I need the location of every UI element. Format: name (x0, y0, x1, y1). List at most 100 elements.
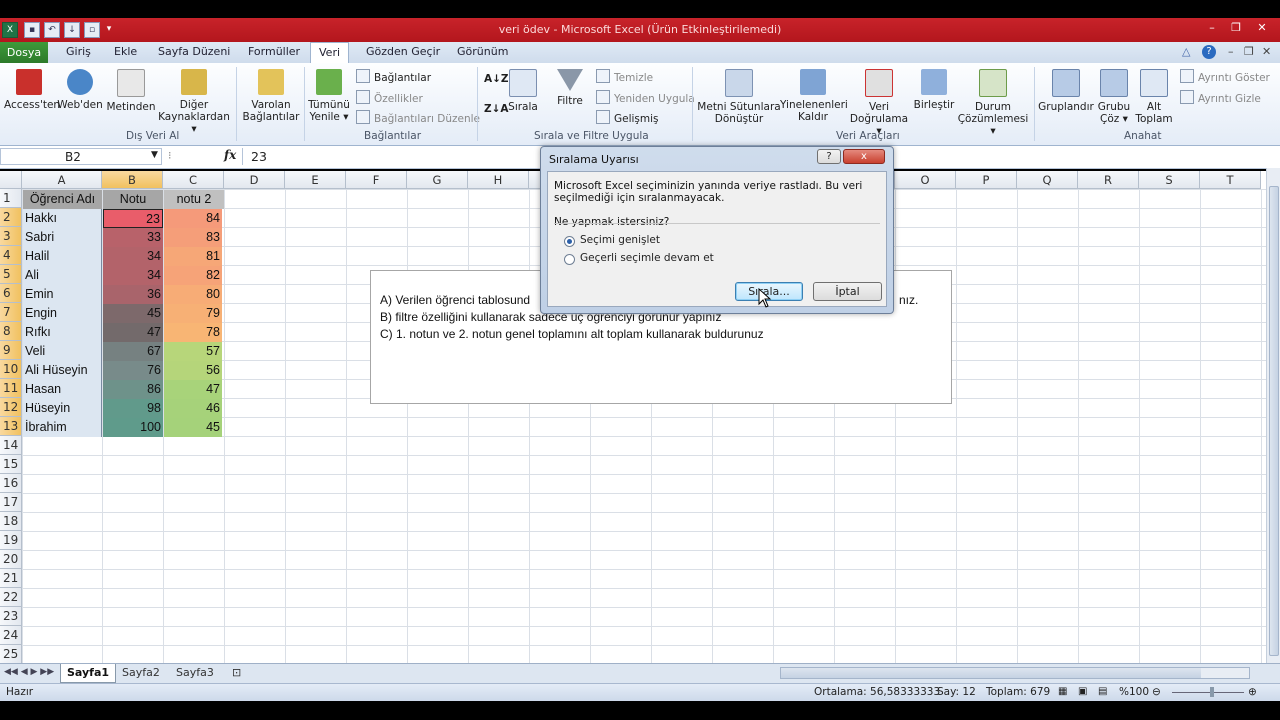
from-access-button[interactable]: Access'ten (4, 69, 60, 111)
table-cell-notu[interactable]: 67 (103, 342, 163, 361)
table-cell-notu2[interactable]: 45 (164, 418, 222, 437)
doc-minimize-icon[interactable]: – (1228, 45, 1234, 58)
sort-za-icon[interactable]: Z↓A (484, 103, 509, 115)
table-cell-name[interactable]: Engin (23, 304, 102, 323)
horizontal-scrollbar[interactable] (780, 667, 1250, 679)
table-cell-name[interactable]: Hakkı (23, 209, 102, 228)
table-header-notu[interactable]: Notu (103, 190, 163, 209)
row-header-21[interactable]: 21 (0, 569, 22, 588)
advanced-filter-button[interactable]: Gelişmiş (596, 110, 659, 125)
what-if-analysis-button[interactable]: Durum Çözümlemesi ▾ (956, 69, 1030, 137)
table-cell-name[interactable]: Halil (23, 247, 102, 266)
sheet-tab-sayfa1[interactable]: Sayfa1 (60, 664, 117, 683)
column-header-h[interactable]: H (468, 171, 529, 189)
table-cell-notu2[interactable]: 80 (164, 285, 222, 304)
table-cell-name[interactable]: Hüseyin (23, 399, 102, 418)
row-header-4[interactable]: 4 (0, 246, 22, 265)
edit-links-button[interactable]: Bağlantıları Düzenle (356, 110, 480, 125)
table-cell-notu[interactable]: 36 (103, 285, 163, 304)
tab-formulas[interactable]: Formüller (248, 45, 300, 58)
row-header-15[interactable]: 15 (0, 455, 22, 474)
row-header-24[interactable]: 24 (0, 626, 22, 645)
table-cell-name[interactable]: Ali (23, 266, 102, 285)
table-cell-name[interactable]: Emin (23, 285, 102, 304)
remove-duplicates-button[interactable]: Yinelenenleri Kaldır (780, 69, 848, 123)
row-header-5[interactable]: 5 (0, 265, 22, 284)
row-header-11[interactable]: 11 (0, 379, 22, 398)
zoom-slider-thumb[interactable] (1210, 687, 1214, 697)
maximize-icon[interactable]: ❐ (1224, 20, 1248, 36)
tab-home[interactable]: Giriş (66, 45, 91, 58)
table-cell-notu2[interactable]: 79 (164, 304, 222, 323)
existing-connections-button[interactable]: Varolan Bağlantılar (240, 69, 302, 123)
row-header-25[interactable]: 25 (0, 645, 22, 663)
zoom-slider-track[interactable] (1172, 692, 1244, 693)
row-header-3[interactable]: 3 (0, 227, 22, 246)
row-header-20[interactable]: 20 (0, 550, 22, 569)
view-normal-icon[interactable]: ▦ (1058, 686, 1067, 697)
refresh-all-button[interactable]: Tümünü Yenile ▾ (306, 69, 352, 123)
row-header-6[interactable]: 6 (0, 284, 22, 303)
expand-selection-label[interactable]: Seçimi genişlet (580, 234, 660, 246)
sheet-tab-sayfa2[interactable]: Sayfa2 (116, 664, 166, 682)
table-cell-name[interactable]: Sabri (23, 228, 102, 247)
row-header-22[interactable]: 22 (0, 588, 22, 607)
insert-sheet-icon[interactable]: ⊡ (226, 664, 247, 682)
ribbon-minimize-icon[interactable]: △ (1182, 45, 1190, 58)
row-header-10[interactable]: 10 (0, 360, 22, 379)
subtotal-button[interactable]: Alt Toplam (1134, 69, 1174, 125)
column-header-c[interactable]: C (163, 171, 224, 189)
tab-view[interactable]: Görünüm (457, 45, 508, 58)
cancel-button[interactable]: İptal (813, 282, 882, 301)
group-button[interactable]: Gruplandır (1038, 69, 1094, 113)
column-header-f[interactable]: F (346, 171, 407, 189)
row-header-18[interactable]: 18 (0, 512, 22, 531)
table-cell-notu2[interactable]: 47 (164, 380, 222, 399)
column-header-q[interactable]: Q (1017, 171, 1078, 189)
column-header-g[interactable]: G (407, 171, 468, 189)
column-header-o[interactable]: O (895, 171, 956, 189)
row-header-16[interactable]: 16 (0, 474, 22, 493)
connections-button[interactable]: Bağlantılar (356, 69, 431, 84)
table-cell-name[interactable]: Ali Hüseyin (23, 361, 102, 380)
row-header-7[interactable]: 7 (0, 303, 22, 322)
reapply-button[interactable]: Yeniden Uygula (596, 90, 695, 105)
show-detail-button[interactable]: Ayrıntı Göster (1180, 69, 1270, 84)
select-all-corner[interactable] (0, 171, 22, 189)
table-cell-name[interactable]: İbrahim (23, 418, 102, 437)
status-zoom[interactable]: %100 (1119, 686, 1149, 698)
column-header-a[interactable]: A (22, 171, 102, 189)
row-header-1[interactable]: 1 (0, 189, 22, 208)
row-header-14[interactable]: 14 (0, 436, 22, 455)
table-cell-notu2[interactable]: 56 (164, 361, 222, 380)
tab-page-layout[interactable]: Sayfa Düzeni (158, 45, 230, 58)
view-page-layout-icon[interactable]: ▣ (1078, 686, 1087, 697)
table-cell-notu2[interactable]: 82 (164, 266, 222, 285)
table-cell-name[interactable]: Veli (23, 342, 102, 361)
column-header-r[interactable]: R (1078, 171, 1139, 189)
table-cell-notu2[interactable]: 84 (164, 209, 222, 228)
continue-current-radio[interactable] (564, 254, 575, 265)
fx-icon[interactable]: fx (224, 148, 236, 162)
column-header-s[interactable]: S (1139, 171, 1200, 189)
table-header-name[interactable]: Öğrenci Adı (23, 190, 102, 209)
tab-data[interactable]: Veri (310, 42, 350, 65)
text-to-columns-button[interactable]: Metni Sütunlara Dönüştür (696, 69, 782, 125)
table-cell-notu2[interactable]: 83 (164, 228, 222, 247)
ungroup-button[interactable]: Grubu Çöz ▾ (1094, 69, 1134, 125)
table-cell-notu[interactable]: 100 (103, 418, 163, 437)
clear-button[interactable]: Temizle (596, 69, 653, 84)
row-header-2[interactable]: 2 (0, 208, 22, 227)
table-header-notu2[interactable]: notu 2 (164, 190, 224, 209)
minimize-icon[interactable]: – (1200, 20, 1224, 36)
table-cell-name[interactable]: Rıfkı (23, 323, 102, 342)
table-cell-notu[interactable]: 34 (103, 266, 163, 285)
row-header-23[interactable]: 23 (0, 607, 22, 626)
row-header-19[interactable]: 19 (0, 531, 22, 550)
table-cell-notu[interactable]: 45 (103, 304, 163, 323)
sort-az-icon[interactable]: A↓Z (484, 73, 509, 85)
table-cell-notu[interactable]: 86 (103, 380, 163, 399)
sort-button[interactable]: Sırala (506, 69, 540, 113)
dialog-help-button[interactable]: ? (817, 149, 841, 164)
sheet-tab-sayfa3[interactable]: Sayfa3 (170, 664, 220, 682)
